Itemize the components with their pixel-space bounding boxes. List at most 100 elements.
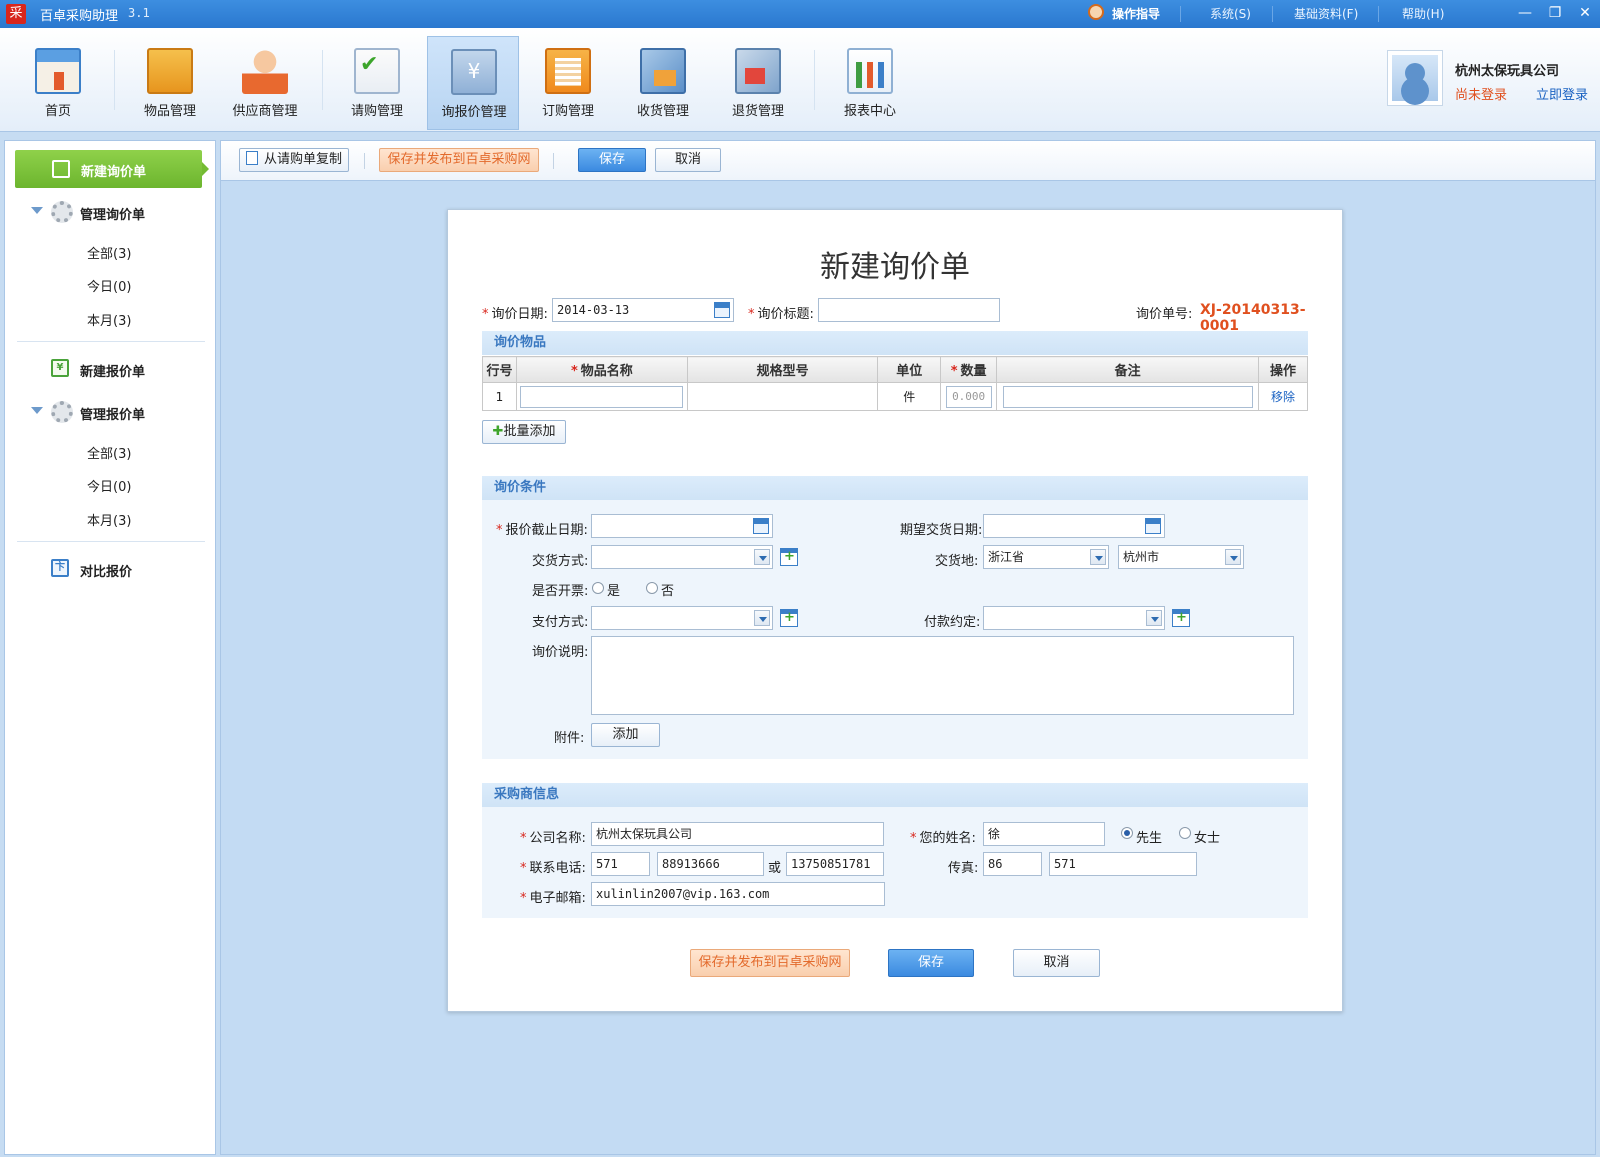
sidebar-group-manage-quote[interactable]: 管理报价单: [5, 399, 217, 425]
delivery-date-field[interactable]: [983, 514, 1165, 538]
tool-report[interactable]: 报表中心: [824, 36, 916, 130]
menu-separator: [1272, 6, 1273, 22]
chevron-down-icon[interactable]: [754, 610, 770, 626]
save-button[interactable]: 保存: [578, 148, 646, 172]
province-select[interactable]: 浙江省: [983, 545, 1109, 569]
fax-country-field[interactable]: 86: [983, 852, 1042, 876]
payment-terms-select[interactable]: [983, 606, 1165, 630]
phone-area-field[interactable]: 571: [591, 852, 650, 876]
menu-basic-data[interactable]: 基础资料(F): [1294, 5, 1358, 22]
qty-input[interactable]: 0.000: [945, 385, 992, 408]
calendar-icon[interactable]: [714, 302, 730, 318]
restore-icon[interactable]: ❐: [1544, 2, 1566, 24]
report-icon: [847, 48, 893, 94]
menu-system[interactable]: 系统(S): [1210, 5, 1251, 22]
sidebar-item-quote-today[interactable]: 今日(0): [87, 476, 131, 495]
order-no-label: 询价单号:: [1136, 307, 1193, 322]
deadline-label-text: 报价截止日期:: [505, 523, 588, 538]
sidebar-group-manage-inquiry[interactable]: 管理询价单: [5, 199, 217, 225]
add-attachment-button[interactable]: 添加: [591, 723, 660, 747]
tool-request[interactable]: 请购管理: [331, 36, 423, 130]
batch-add-button[interactable]: ✚批量添加: [482, 420, 566, 444]
col-header-note: 备注: [996, 356, 1260, 383]
tool-label: 物品管理: [143, 104, 196, 119]
bottom-cancel-button[interactable]: 取消: [1013, 949, 1100, 977]
items-section-header: 询价物品: [482, 331, 1308, 355]
sidebar-item-compare[interactable]: 卞 对比报价: [5, 557, 217, 581]
phone-number-field[interactable]: 88913666: [657, 852, 764, 876]
province-value: 浙江省: [988, 550, 1025, 564]
description-textarea[interactable]: [591, 636, 1294, 715]
bottom-publish-button[interactable]: 保存并发布到百卓采购网: [690, 949, 850, 977]
bottom-save-button[interactable]: 保存: [888, 949, 974, 977]
cancel-button[interactable]: 取消: [655, 148, 721, 172]
mr-radio[interactable]: [1121, 827, 1133, 839]
close-icon[interactable]: ✕: [1574, 2, 1596, 24]
tool-home[interactable]: 首页: [12, 36, 104, 130]
tool-quote[interactable]: ¥ 询报价管理: [427, 36, 519, 130]
sidebar-group-label: 管理报价单: [80, 408, 146, 423]
chevron-down-icon[interactable]: [754, 549, 770, 565]
note-input[interactable]: [1002, 385, 1253, 408]
order-number: XJ-20140313-0001: [1200, 302, 1306, 334]
invoice-yes-radio[interactable]: [592, 582, 604, 594]
minimize-icon[interactable]: —: [1514, 2, 1536, 24]
company-label: * 公司名称:: [520, 831, 586, 846]
date-field[interactable]: 2014-03-13: [552, 298, 734, 322]
item-name-input[interactable]: [520, 385, 684, 408]
tool-goods[interactable]: 物品管理: [124, 36, 216, 130]
copy-from-request-button[interactable]: 从请购单复制: [239, 148, 349, 172]
plus-icon: ✚: [492, 424, 504, 439]
request-icon: [354, 48, 400, 94]
add-delivery-method-icon[interactable]: [780, 548, 798, 566]
subject-field[interactable]: [818, 298, 1000, 322]
tool-order[interactable]: 订购管理: [522, 36, 614, 130]
tool-label: 询报价管理: [441, 105, 507, 120]
sidebar-item-inquiry-month[interactable]: 本月(3): [87, 310, 131, 329]
subject-label-text: 询价标题:: [757, 307, 814, 322]
calendar-icon[interactable]: [1145, 518, 1161, 534]
fax-label: 传真:: [948, 861, 979, 876]
sidebar-item-quote-all[interactable]: 全部(3): [87, 443, 131, 462]
delivery-method-select[interactable]: [591, 545, 773, 569]
guide-icon[interactable]: [1088, 4, 1104, 20]
sidebar-item-new-inquiry[interactable]: 新建询价单: [15, 150, 209, 188]
deadline-field[interactable]: [591, 514, 773, 538]
chevron-down-icon[interactable]: [1225, 549, 1241, 565]
add-payment-terms-icon[interactable]: [1172, 609, 1190, 627]
sidebar-item-inquiry-all[interactable]: 全部(3): [87, 243, 131, 262]
ms-radio[interactable]: [1179, 827, 1191, 839]
login-link[interactable]: 立即登录: [1536, 84, 1588, 103]
menu-guide[interactable]: 操作指导: [1112, 5, 1160, 22]
sidebar-item-label: 新建询价单: [81, 165, 147, 180]
fax-area-field[interactable]: 571: [1049, 852, 1197, 876]
city-select[interactable]: 杭州市: [1118, 545, 1244, 569]
email-field[interactable]: xulinlin2007@vip.163.com: [591, 882, 885, 906]
sidebar-divider: [17, 541, 205, 542]
payment-method-select[interactable]: [591, 606, 773, 630]
tool-receive[interactable]: 收货管理: [617, 36, 709, 130]
sidebar-item-quote-month[interactable]: 本月(3): [87, 510, 131, 529]
app-version: 3.1: [128, 6, 150, 20]
name-field[interactable]: 徐: [983, 822, 1105, 846]
tool-return[interactable]: 退货管理: [712, 36, 804, 130]
calendar-icon[interactable]: [753, 518, 769, 534]
company-field[interactable]: 杭州太保玩具公司: [591, 822, 884, 846]
tool-label: 退货管理: [731, 104, 784, 119]
cell-spec[interactable]: [686, 382, 879, 411]
payment-method-label: 支付方式:: [532, 615, 589, 630]
chevron-down-icon[interactable]: [1146, 610, 1162, 626]
sidebar-item-inquiry-today[interactable]: 今日(0): [87, 276, 131, 295]
bar-separator: [364, 153, 365, 169]
invoice-no-radio[interactable]: [646, 582, 658, 594]
chevron-down-icon[interactable]: [1090, 549, 1106, 565]
supplier-icon: [242, 48, 288, 94]
tool-supplier[interactable]: 供应商管理: [219, 36, 311, 130]
sidebar-item-new-quote[interactable]: ¥ 新建报价单: [5, 357, 217, 381]
remove-link[interactable]: 移除: [1271, 390, 1295, 404]
add-payment-method-icon[interactable]: [780, 609, 798, 627]
mobile-field[interactable]: 13750851781: [786, 852, 884, 876]
menu-help[interactable]: 帮助(H): [1402, 5, 1444, 22]
table-header-row: 行号 * 物品名称 规格型号 单位 * 数量 备注 操作: [482, 356, 1308, 383]
publish-button[interactable]: 保存并发布到百卓采购网: [379, 148, 539, 172]
